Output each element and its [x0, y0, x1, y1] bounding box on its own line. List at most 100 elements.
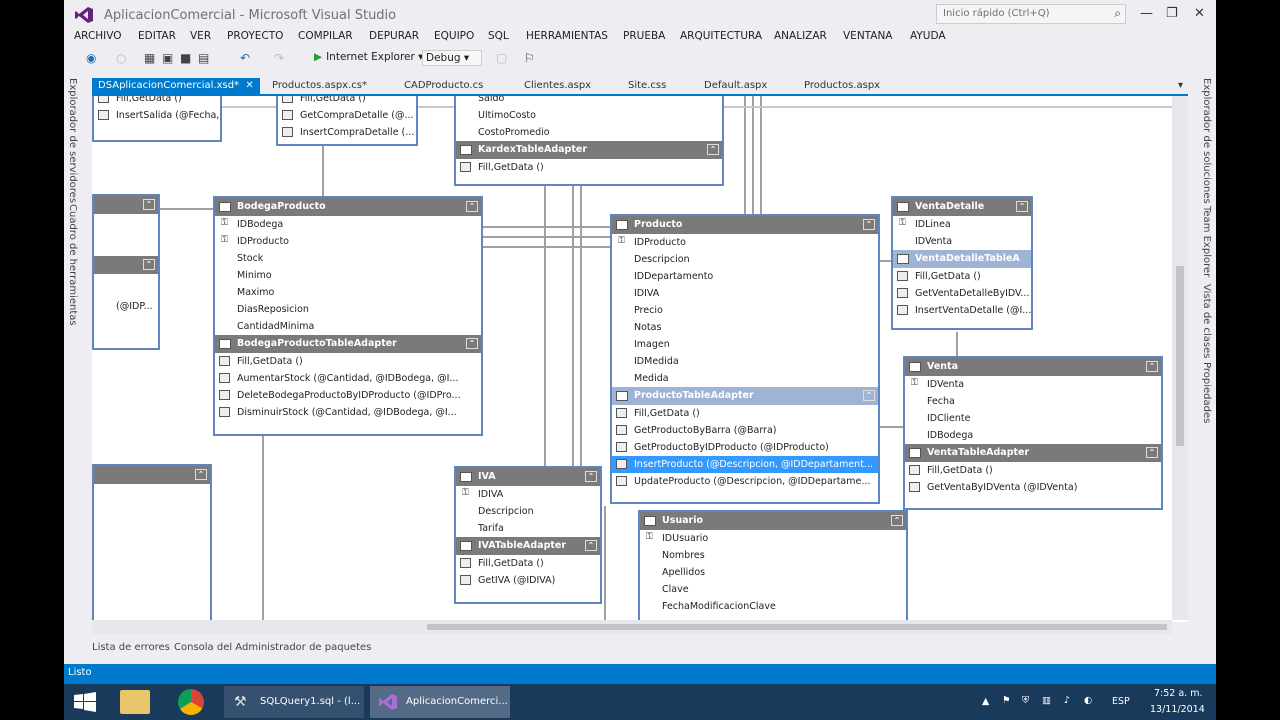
menu-ayuda[interactable]: AYUDA	[910, 30, 946, 42]
collapse-icon[interactable]: ⌃	[863, 390, 875, 401]
table-adapter-header[interactable]: ProductoTableAdapter ⌃	[612, 387, 878, 405]
ventadetalle-table[interactable]: VentaDetalle ⌃ ⚿ IDLinea IDVenta VentaDeta…	[891, 196, 1033, 330]
horizontal-scrollbar[interactable]	[92, 620, 1172, 634]
volume-icon[interactable]: ♪	[1064, 695, 1070, 706]
network-icon[interactable]: ▥	[1042, 695, 1051, 706]
query-row[interactable]: GetIVA (@IDIVA)	[456, 572, 600, 589]
column-row[interactable]: Apellidos	[640, 564, 906, 581]
table-adapter-header[interactable]: KardexTableAdapter ⌃	[456, 141, 722, 159]
column-row[interactable]: IDCliente	[905, 410, 1161, 427]
flag-icon[interactable]: ⚑	[1002, 695, 1011, 706]
table-header[interactable]: Producto ⌃	[612, 216, 878, 234]
tab-package-manager-console[interactable]: Consola del Administrador de paquetes	[174, 642, 371, 653]
column-row[interactable]: ⚿ IDBodega	[215, 216, 481, 233]
column-row[interactable]: ⚿ IDVenta	[905, 376, 1161, 393]
column-row[interactable]: Tarifa	[456, 520, 600, 537]
vertical-scrollbar[interactable]	[1172, 96, 1188, 620]
table-adapter-header[interactable]: VentaTableAdapter ⌃	[905, 444, 1161, 462]
taskbar-item-sql[interactable]: ⚒ SQLQuery1.sql - (l...	[224, 686, 364, 718]
column-row[interactable]: CostoPromedio	[456, 124, 722, 141]
table-header[interactable]: Usuario ⌃	[640, 512, 906, 530]
column-row[interactable]: Descripcion	[456, 503, 600, 520]
toolbox-tab[interactable]: Cuadro de herramientas	[67, 204, 78, 326]
menu-herramientas[interactable]: HERRAMIENTAS	[526, 30, 608, 42]
redo-icon[interactable]: ↷	[274, 51, 284, 65]
query-row-selected[interactable]: InsertProducto (@Descripcion, @IDDeparta…	[612, 456, 878, 473]
table-header[interactable]: ⌃	[94, 466, 210, 484]
query-row[interactable]: Fill,GetData ()	[905, 462, 1161, 479]
column-row[interactable]: IDIVA	[612, 285, 878, 302]
minimize-icon[interactable]: —	[1140, 6, 1153, 21]
column-row[interactable]: Stock	[215, 250, 481, 267]
column-row[interactable]: Fecha	[905, 393, 1161, 410]
undo-icon[interactable]: ↶	[240, 51, 250, 65]
tab-dataset-designer[interactable]: DSAplicacionComercial.xsd* ✕	[92, 78, 260, 96]
column-row[interactable]: UltimoCosto	[456, 107, 722, 124]
query-row[interactable]: InsertCompraDetalle (...	[278, 124, 416, 141]
query-row[interactable]: (@IDP...	[94, 298, 158, 315]
menu-analizar[interactable]: ANALIZAR	[774, 30, 827, 42]
menu-proyecto[interactable]: PROYECTO	[227, 30, 283, 42]
collapse-icon[interactable]: ⌃	[466, 338, 478, 349]
column-row[interactable]: ⚿ IDProducto	[612, 234, 878, 251]
navigate-back-icon[interactable]: ◉	[86, 51, 96, 65]
column-row[interactable]: ⚿ IDUsuario	[640, 530, 906, 547]
iva-table[interactable]: IVA ⌃ ⚿ IDIVA Descripcion Tarifa IVATableA…	[454, 466, 602, 604]
bodegaproducto-table[interactable]: BodegaProducto ⌃ ⚿ IDBodega ⚿ IDProducto St…	[213, 196, 483, 436]
table-adapter-header[interactable]: ⌃	[94, 256, 158, 274]
salida-table[interactable]: Fill,GetData () InsertSalida (@Fecha, ..…	[92, 96, 222, 142]
column-row[interactable]: IDMedida	[612, 353, 878, 370]
table-header[interactable]: IVA ⌃	[456, 468, 600, 486]
left-partial-table[interactable]: ⌃ ⌃ (@IDP...	[92, 194, 160, 350]
menu-arquitectura[interactable]: ARQUITECTURA	[680, 30, 762, 42]
column-row[interactable]: Imagen	[612, 336, 878, 353]
query-row[interactable]: Fill,GetData ()	[893, 268, 1031, 285]
new-project-icon[interactable]: ▦	[144, 51, 155, 65]
team-explorer-tab[interactable]: Team Explorer	[1201, 206, 1212, 277]
column-row[interactable]: ⚿ IDIVA	[456, 486, 600, 503]
column-row[interactable]: ⚿ IDLinea	[893, 216, 1031, 233]
collapse-icon[interactable]: ⌃	[891, 515, 903, 526]
windows-start-icon[interactable]	[74, 692, 96, 712]
navigate-forward-icon[interactable]: ○	[116, 51, 126, 65]
quick-launch-input[interactable]: Inicio rápido (Ctrl+Q) ⌕	[936, 4, 1126, 24]
taskbar-item-visual-studio[interactable]: AplicacionComerci...	[370, 686, 510, 718]
collapse-icon[interactable]: ⌃	[143, 259, 155, 270]
speaker-icon[interactable]: ◐	[1084, 695, 1092, 706]
query-row[interactable]: AumentarStock (@Cantidad, @IDBodega, @I.…	[215, 370, 481, 387]
table-adapter-header[interactable]: IVATableAdapter ⌃	[456, 537, 600, 555]
column-row[interactable]: CantidadMinima	[215, 318, 481, 335]
query-row[interactable]: InsertVentaDetalle (@I...	[893, 302, 1031, 319]
open-file-icon[interactable]: ▣	[162, 51, 173, 65]
shield-icon[interactable]: ⛨	[1022, 695, 1029, 706]
usuario-table[interactable]: Usuario ⌃ ⚿ IDUsuario Nombres Apellidos Cl…	[638, 510, 908, 622]
query-row[interactable]: Fill,GetData ()	[612, 405, 878, 422]
menu-sql[interactable]: SQL	[488, 30, 509, 42]
attach-icon[interactable]: ▢	[496, 51, 507, 65]
server-explorer-tab[interactable]: Explorador de servidores	[67, 78, 78, 203]
venta-table[interactable]: Venta ⌃ ⚿ IDVenta Fecha IDCliente IDBodega…	[903, 356, 1163, 510]
query-row[interactable]: DisminuirStock (@Cantidad, @IDBodega, @I…	[215, 404, 481, 421]
column-row[interactable]: Nombres	[640, 547, 906, 564]
table-header[interactable]: Venta ⌃	[905, 358, 1161, 376]
search-icon[interactable]: ⌕	[1114, 6, 1121, 21]
query-row[interactable]: Fill,GetData ()	[215, 353, 481, 370]
column-row[interactable]: IDVenta	[893, 233, 1031, 250]
query-row[interactable]: DeleteBodegaProductoByIDProducto (@IDPro…	[215, 387, 481, 404]
menu-ver[interactable]: VER	[190, 30, 211, 42]
table-header[interactable]: ⌃	[94, 196, 158, 214]
column-row[interactable]: DiasReposicion	[215, 301, 481, 318]
column-row[interactable]: Minimo	[215, 267, 481, 284]
query-row[interactable]: GetCompraDetalle (@...	[278, 107, 416, 124]
table-adapter-header[interactable]: VentaDetalleTableA	[893, 250, 1031, 268]
table-adapter-header[interactable]: BodegaProductoTableAdapter ⌃	[215, 335, 481, 353]
column-row[interactable]: IDDepartamento	[612, 268, 878, 285]
menu-prueba[interactable]: PRUEBA	[623, 30, 665, 42]
collapse-icon[interactable]: ⌃	[466, 201, 478, 212]
collapse-icon[interactable]: ⌃	[1016, 201, 1028, 212]
menu-archivo[interactable]: ARCHIVO	[74, 30, 122, 42]
bottom-left-partial-table[interactable]: ⌃	[92, 464, 212, 622]
query-row[interactable]: GetProductoByBarra (@Barra)	[612, 422, 878, 439]
file-explorer-icon[interactable]	[120, 690, 150, 714]
collapse-icon[interactable]: ⌃	[863, 219, 875, 230]
